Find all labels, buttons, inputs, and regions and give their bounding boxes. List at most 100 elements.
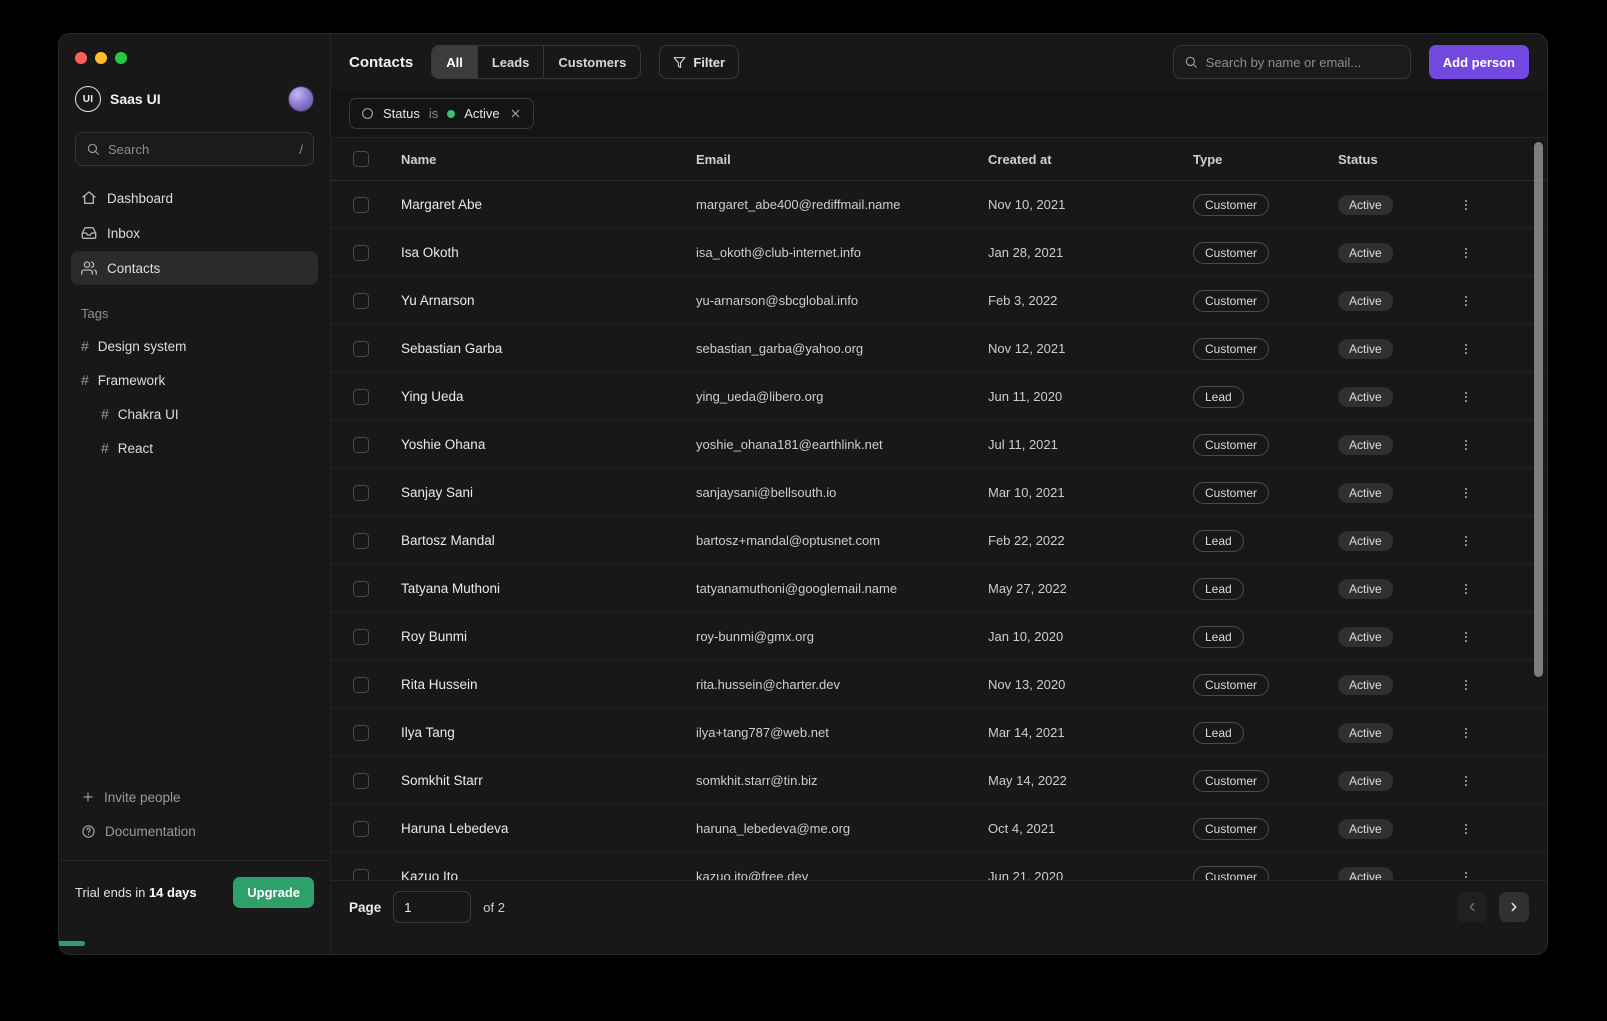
next-page-button[interactable] [1499, 892, 1529, 922]
row-checkbox[interactable] [353, 245, 369, 261]
row-checkbox[interactable] [353, 725, 369, 741]
column-header-email[interactable]: Email [696, 152, 988, 167]
row-actions-kebab-icon[interactable] [1457, 822, 1475, 836]
table-row[interactable]: Rita Hussein rita.hussein@charter.dev No… [331, 661, 1547, 709]
trial-progress-bar [59, 941, 85, 946]
row-actions-kebab-icon[interactable] [1457, 582, 1475, 596]
row-actions-kebab-icon[interactable] [1457, 342, 1475, 356]
hash-icon: # [81, 372, 89, 388]
sidebar-tag-design-system[interactable]: # Design system [59, 329, 330, 363]
row-checkbox[interactable] [353, 389, 369, 405]
row-checkbox[interactable] [353, 629, 369, 645]
row-actions-kebab-icon[interactable] [1457, 630, 1475, 644]
hash-icon: # [101, 406, 109, 422]
documentation-link[interactable]: Documentation [59, 814, 330, 848]
table-row[interactable]: Kazuo Ito kazuo.ito@free.dev Jun 21, 202… [331, 853, 1547, 880]
row-checkbox[interactable] [353, 677, 369, 693]
row-checkbox[interactable] [353, 485, 369, 501]
filter-button[interactable]: Filter [659, 45, 739, 79]
row-checkbox[interactable] [353, 197, 369, 213]
status-filter-pill[interactable]: Status is Active [349, 98, 534, 129]
row-checkbox[interactable] [353, 821, 369, 837]
table-row[interactable]: Sanjay Sani sanjaysani@bellsouth.io Mar … [331, 469, 1547, 517]
contact-email: ilya+tang787@web.net [696, 725, 988, 740]
sidebar-item-dashboard[interactable]: Dashboard [71, 181, 318, 215]
row-actions-kebab-icon[interactable] [1457, 294, 1475, 308]
column-header-status[interactable]: Status [1338, 152, 1437, 167]
row-actions-kebab-icon[interactable] [1457, 726, 1475, 740]
table-row[interactable]: Ying Ueda ying_ueda@libero.org Jun 11, 2… [331, 373, 1547, 421]
row-checkbox[interactable] [353, 533, 369, 549]
row-actions-kebab-icon[interactable] [1457, 678, 1475, 692]
row-checkbox[interactable] [353, 869, 369, 881]
sidebar-item-inbox[interactable]: Inbox [71, 216, 318, 250]
column-header-name[interactable]: Name [401, 152, 696, 167]
close-window-button[interactable] [75, 52, 87, 64]
remove-filter-icon[interactable] [509, 107, 522, 120]
sidebar-tag-framework[interactable]: # Framework [59, 363, 330, 397]
row-actions-kebab-icon[interactable] [1457, 486, 1475, 500]
minimize-window-button[interactable] [95, 52, 107, 64]
table-row[interactable]: Ilya Tang ilya+tang787@web.net Mar 14, 2… [331, 709, 1547, 757]
table-row[interactable]: Isa Okoth isa_okoth@club-internet.info J… [331, 229, 1547, 277]
sidebar-search[interactable]: / [75, 132, 314, 166]
contact-created-at: Jul 11, 2021 [988, 437, 1193, 452]
sidebar-tag-chakra-ui[interactable]: # Chakra UI [59, 397, 330, 431]
table-row[interactable]: Yu Arnarson yu-arnarson@sbcglobal.info F… [331, 277, 1547, 325]
row-actions-kebab-icon[interactable] [1457, 246, 1475, 260]
type-badge: Customer [1193, 290, 1269, 312]
row-checkbox[interactable] [353, 341, 369, 357]
select-all-checkbox[interactable] [353, 151, 369, 167]
user-avatar[interactable] [288, 86, 314, 112]
row-actions-kebab-icon[interactable] [1457, 198, 1475, 212]
table-row[interactable]: Bartosz Mandal bartosz+mandal@optusnet.c… [331, 517, 1547, 565]
row-checkbox[interactable] [353, 773, 369, 789]
contact-name: Bartosz Mandal [401, 533, 696, 548]
type-badge: Customer [1193, 194, 1269, 216]
table-row[interactable]: Haruna Lebedeva haruna_lebedeva@me.org O… [331, 805, 1547, 853]
row-actions-kebab-icon[interactable] [1457, 390, 1475, 404]
row-checkbox[interactable] [353, 581, 369, 597]
row-actions-kebab-icon[interactable] [1457, 870, 1475, 881]
sidebar-item-label: Dashboard [107, 191, 173, 206]
row-checkbox[interactable] [353, 437, 369, 453]
row-actions-kebab-icon[interactable] [1457, 534, 1475, 548]
sidebar-item-contacts[interactable]: Contacts [71, 251, 318, 285]
sidebar-search-input[interactable] [108, 142, 291, 157]
contact-name: Yu Arnarson [401, 293, 696, 308]
sidebar-tag-react[interactable]: # React [59, 431, 330, 465]
tab-leads[interactable]: Leads [477, 46, 544, 78]
contacts-segmented-tabs: All Leads Customers [431, 45, 641, 79]
row-checkbox[interactable] [353, 293, 369, 309]
row-actions-kebab-icon[interactable] [1457, 438, 1475, 452]
add-person-button[interactable]: Add person [1429, 45, 1529, 79]
contacts-search[interactable] [1173, 45, 1411, 79]
contact-created-at: Jun 21, 2020 [988, 869, 1193, 880]
table-row[interactable]: Sebastian Garba sebastian_garba@yahoo.or… [331, 325, 1547, 373]
page-number-input[interactable] [393, 891, 471, 923]
scrollbar-thumb[interactable] [1534, 142, 1543, 677]
tab-customers[interactable]: Customers [543, 46, 640, 78]
column-header-type[interactable]: Type [1193, 152, 1338, 167]
column-header-created-at[interactable]: Created at [988, 152, 1193, 167]
hash-icon: # [101, 440, 109, 456]
contact-name: Haruna Lebedeva [401, 821, 696, 836]
contact-name: Ying Ueda [401, 389, 696, 404]
upgrade-button[interactable]: Upgrade [233, 877, 314, 908]
row-actions-kebab-icon[interactable] [1457, 774, 1475, 788]
tab-all[interactable]: All [432, 46, 477, 78]
status-field-icon [361, 107, 374, 120]
contact-name: Sebastian Garba [401, 341, 696, 356]
zoom-window-button[interactable] [115, 52, 127, 64]
sidebar: UI Saas UI / Dashboard Inbox [59, 34, 331, 954]
status-badge: Active [1338, 771, 1393, 791]
table-row[interactable]: Roy Bunmi roy-bunmi@gmx.org Jan 10, 2020… [331, 613, 1547, 661]
invite-people-link[interactable]: Invite people [59, 780, 330, 814]
previous-page-button[interactable] [1457, 892, 1487, 922]
contacts-search-input[interactable] [1206, 55, 1400, 70]
table-row[interactable]: Somkhit Starr somkhit.starr@tin.biz May … [331, 757, 1547, 805]
table-row[interactable]: Margaret Abe margaret_abe400@rediffmail.… [331, 181, 1547, 229]
contact-email: somkhit.starr@tin.biz [696, 773, 988, 788]
table-row[interactable]: Tatyana Muthoni tatyanamuthoni@googlemai… [331, 565, 1547, 613]
table-row[interactable]: Yoshie Ohana yoshie_ohana181@earthlink.n… [331, 421, 1547, 469]
